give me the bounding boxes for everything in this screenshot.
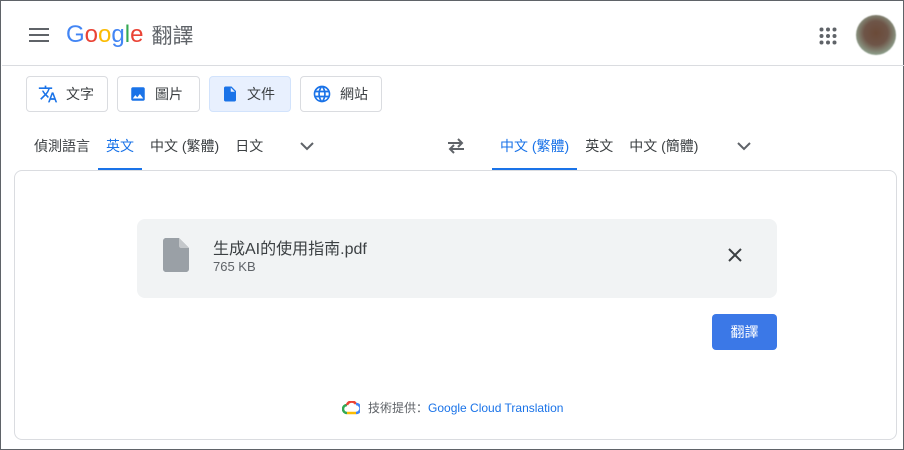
google-translate-logo[interactable]: Google 翻譯: [66, 18, 193, 52]
powered-by: 技術提供：Google Cloud Translation: [342, 399, 563, 416]
mode-tab-label: 文件: [247, 86, 275, 102]
source-lang-zh-tw[interactable]: 中文 (繁體): [142, 122, 227, 170]
file-name: 生成AI的使用指南.pdf: [213, 241, 367, 258]
remove-file-button[interactable]: [723, 243, 747, 267]
mode-tabs: 文字 圖片 文件 網站: [26, 76, 382, 112]
document-icon: [224, 86, 236, 102]
chevron-down-icon: [300, 141, 314, 150]
source-lang-detect[interactable]: 偵測語言: [26, 122, 98, 170]
target-lang-zh-cn[interactable]: 中文 (簡體): [621, 122, 706, 170]
swap-languages-button[interactable]: [441, 132, 471, 160]
powered-by-label: 技術提供：Google Cloud Translation: [368, 401, 564, 415]
target-language-dropdown[interactable]: [724, 122, 764, 170]
document-panel: 生成AI的使用指南.pdf 765 KB 翻譯 技術提供：Google Clou…: [14, 170, 897, 440]
mode-tab-label: 網站: [340, 86, 368, 102]
swap-arrows-icon: [448, 138, 464, 154]
mode-tab-image[interactable]: 圖片: [117, 76, 200, 112]
main-menu-button[interactable]: [24, 23, 54, 47]
source-lang-english[interactable]: 英文: [98, 122, 142, 170]
top-app-bar: Google 翻譯: [2, 2, 904, 66]
mode-tab-label: 文字: [66, 86, 94, 102]
google-cloud-icon: [342, 400, 360, 414]
hamburger-icon: [29, 28, 49, 42]
source-language-bar: 偵測語言 英文 中文 (繁體) 日文: [26, 122, 327, 170]
mode-tab-website[interactable]: 網站: [300, 76, 382, 112]
file-size: 765 KB: [213, 259, 256, 274]
mode-tab-label: 圖片: [155, 86, 183, 102]
uploaded-file-card: 生成AI的使用指南.pdf 765 KB: [137, 219, 777, 298]
source-lang-japanese[interactable]: 日文: [227, 122, 271, 170]
target-lang-english[interactable]: 英文: [577, 122, 621, 170]
mode-tab-text[interactable]: 文字: [26, 76, 108, 112]
google-wordmark: Google: [66, 21, 144, 48]
globe-icon: [313, 85, 331, 103]
source-language-dropdown[interactable]: [287, 122, 327, 170]
app-window: Google 翻譯 文字 圖片 文件 網站 偵測語言 英文 中文 (繁體) 日文…: [0, 0, 904, 450]
apps-grid-icon: [819, 27, 837, 45]
google-apps-button[interactable]: [814, 22, 842, 50]
close-icon: [728, 248, 742, 262]
google-cloud-translation-link[interactable]: Google Cloud Translation: [428, 401, 563, 415]
chevron-down-icon: [737, 141, 752, 150]
image-icon: [131, 87, 145, 101]
mode-tab-document[interactable]: 文件: [209, 76, 291, 112]
file-icon: [163, 238, 189, 272]
translate-button[interactable]: 翻譯: [712, 314, 777, 350]
account-avatar[interactable]: [856, 15, 896, 55]
target-lang-zh-tw[interactable]: 中文 (繁體): [492, 122, 578, 170]
product-name: 翻譯: [151, 25, 194, 48]
target-language-bar: 中文 (繁體) 英文 中文 (簡體): [492, 122, 764, 170]
translate-icon: [38, 85, 58, 103]
